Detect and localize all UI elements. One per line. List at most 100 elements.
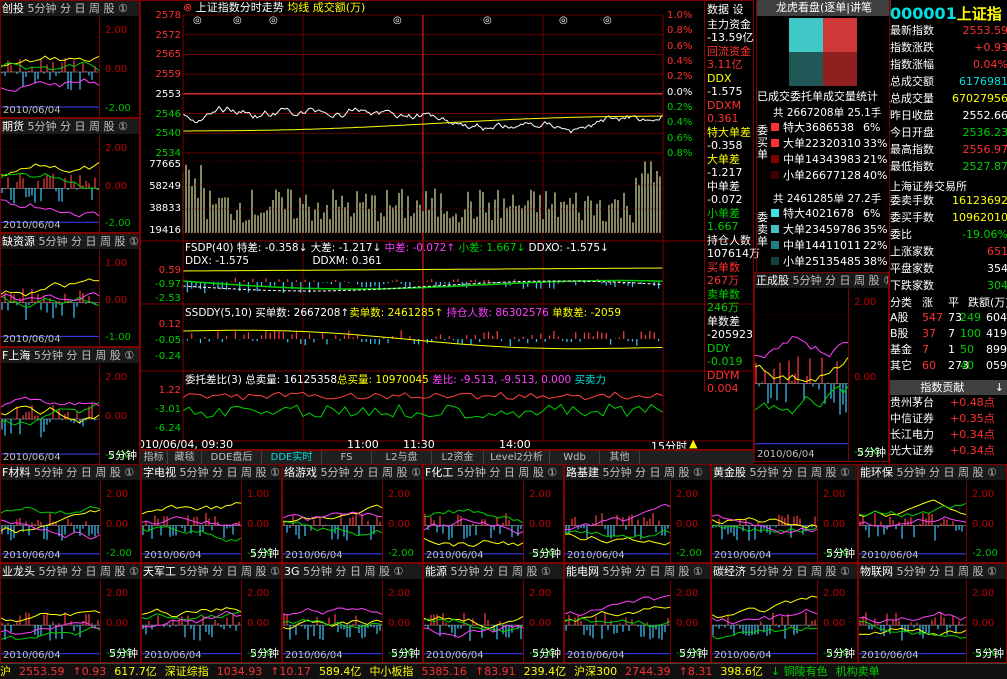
panel-suffix: 5分钟 分 日 周 股 ① [27,120,128,133]
panel-title[interactable]: 业龙头 5分钟 分 日 周 股 ① [1,564,140,579]
data-panel-header[interactable]: 数据 设 [707,1,744,17]
sector-panel: 能源 5分钟 分 日 周 股 ① 2.00 0.00 -2.00 2010/06/04 5… [423,563,564,663]
triangle-icon[interactable]: ▲ [689,437,697,449]
quote-value: 354 [987,262,1007,275]
sector-panel: 天军工 5分钟 分 日 周 股 ① 2.00 0.00 -2.00 2010/06/04… [141,563,282,663]
contrib-row[interactable]: 长江电力 +0.34点 [890,428,1007,442]
mini-chart[interactable] [1,17,99,117]
period-label: 5分钟 [679,647,708,660]
axis-line [848,289,849,461]
quote-value: +0.93 [974,41,1007,54]
panel-name: 黄金股 [713,466,746,479]
panel-title[interactable]: 络游戏 5分钟 分 日 周 股 ① [283,465,422,480]
panel-title[interactable]: 路基建 5分钟 分 日 周 股 ① [565,465,710,480]
panel-title[interactable]: F上海 5分钟 分 日 周 股 ① [1,348,139,363]
contrib-row[interactable]: 贵州茅台 +0.48点 [890,396,1007,410]
axis-tick: 0.00 [105,411,128,422]
panel-name: 物联网 [860,565,893,578]
price-tick: 2553 [155,88,181,100]
tab-9[interactable]: 其他 [600,451,640,465]
panel-name: 缺资源 [2,235,35,248]
panel-title[interactable]: 3G 5分钟 分 日 周 股 ① [283,564,422,579]
mini-chart[interactable] [755,289,848,461]
exchange-label: 上海证券交易所 [890,180,967,193]
panel-title[interactable]: F化工 5分钟 分 日 周 股 ① [424,465,563,480]
sector-panel: F化工 5分钟 分 日 周 股 ① 2.00 0.00 -2.00 2010/06/04… [423,464,564,563]
square-icon [771,209,779,217]
mini-chart[interactable] [1,135,99,232]
panel-title[interactable]: 字电视 5分钟 分 日 周 股 ① [142,465,281,480]
tab-1[interactable]: 藏毯 [168,451,202,465]
axis-line [817,580,818,662]
svg-text:◎: ◎ [193,15,202,26]
panel-title[interactable]: 期货 5分钟 分 日 周 股 ① [1,119,139,134]
tab-4[interactable]: FS [322,451,372,465]
contrib-row[interactable]: 中信证券 +0.35点 [890,412,1007,426]
panel-title[interactable]: 黄金股 5分钟 分 日 周 股 ① [712,465,857,480]
quote-label: 平盘家数 [890,262,934,275]
tab-3[interactable]: DDE实时 [262,451,322,465]
data-value: -0.019 [707,355,743,368]
tab-2[interactable]: DDE盘后 [202,451,262,465]
data-value: 1.667 [707,220,739,233]
panel-date: 2010/06/04 [285,550,343,561]
sector-panel: 能电网 5分钟 分 日 周 股 ① 2.00 0.00 -2.00 2010/06/04… [564,563,711,663]
panel-title[interactable]: 缺资源 5分钟 分 日 周 股 ① [1,234,139,249]
panel-title[interactable]: 创投 5分钟 分 日 周 股 ① [1,1,139,16]
contrib-value: +0.34点 [950,428,995,441]
quote-value: 10962010 [952,211,1007,224]
ssddy-tick: -0.05 [155,335,181,346]
quote-row: 上涨家数 651 [890,245,1007,259]
wtb-tick: -3.01 [155,404,181,415]
panel-title[interactable]: 能环保 5分钟 分 日 周 股 ① [859,465,1006,480]
dragon-label: 特大 [783,121,805,134]
panel-name: 能电网 [566,565,599,578]
mini-chart[interactable] [1,250,99,346]
tab-0[interactable]: 指标 [140,451,168,465]
dragon-header[interactable]: 龙虎看盘(逐单|讲笔 [757,0,891,16]
panel-title[interactable]: 碳经济 5分钟 分 日 周 股 ① [712,564,857,579]
data-label: 主力资金 [707,18,751,31]
tab-8[interactable]: Wdb [550,451,600,465]
time-label: 11:30 [403,438,435,450]
table-cell: 60 [922,359,936,372]
panel-suffix: 5分钟 分 日 周 股 ① [303,565,404,578]
tab-7[interactable]: Level2分析 [484,451,550,465]
quote-value: 2553.59 [962,24,1007,37]
panel-title[interactable]: 物联网 5分钟 分 日 周 股 ① [859,564,1006,579]
quote-label: 最新指数 [890,24,934,37]
quote-value: 2527.87 [962,160,1007,173]
panel-name: F化工 [425,466,454,479]
panel-title[interactable]: 能电网 5分钟 分 日 周 股 ① [565,564,710,579]
panel-title[interactable]: F材料 5分钟 分 日 周 股 ① [1,465,140,480]
data-label: 大单差 [707,153,740,166]
panel-name: 3G [284,565,300,578]
panel-date: 2010/06/04 [3,550,61,561]
quote-label: 今日开盘 [890,126,934,139]
contrib-header[interactable]: 指数贡献 ↓ [890,380,1007,395]
sector-panel: 3G 5分钟 分 日 周 股 ① 2.00 0.00 -2.00 2010/06/04 5… [282,563,423,663]
contrib-row[interactable]: 光大证券 +0.34点 [890,444,1007,458]
panel-title[interactable]: 天军工 5分钟 分 日 周 股 ① [142,564,281,579]
axis-tick: 2.00 [676,489,699,500]
mini-chart[interactable] [1,364,99,464]
contrib-value: +0.34点 [950,444,995,457]
panel-date: 2010/06/04 [144,550,202,561]
panel-title[interactable]: 正成股 5分钟 分 日 周 股 ① [755,273,888,288]
axis-line [523,580,524,662]
tab-6[interactable]: L2资金 [432,451,484,465]
pct-tick: 0.6% [667,40,693,52]
table-cell: B股 [890,327,909,340]
tab-5[interactable]: L2与盘 [372,451,432,465]
dragon-pct: 33% [863,137,888,150]
table-cell: 899 [986,343,1007,356]
panel-title[interactable]: 能源 5分钟 分 日 周 股 ① [424,564,563,579]
dragon-row: 特大4021678 6% [771,207,880,221]
dragon-pct: 40% [863,169,888,182]
quote-label: 下跌家数 [890,279,934,292]
dragon-pct: 38% [863,255,888,268]
table-cell: 37 [922,327,936,340]
quote-header[interactable]: 000001上证指 [890,3,1002,24]
panel-name: 创投 [2,2,24,15]
quote-code: 000001 [890,4,957,23]
